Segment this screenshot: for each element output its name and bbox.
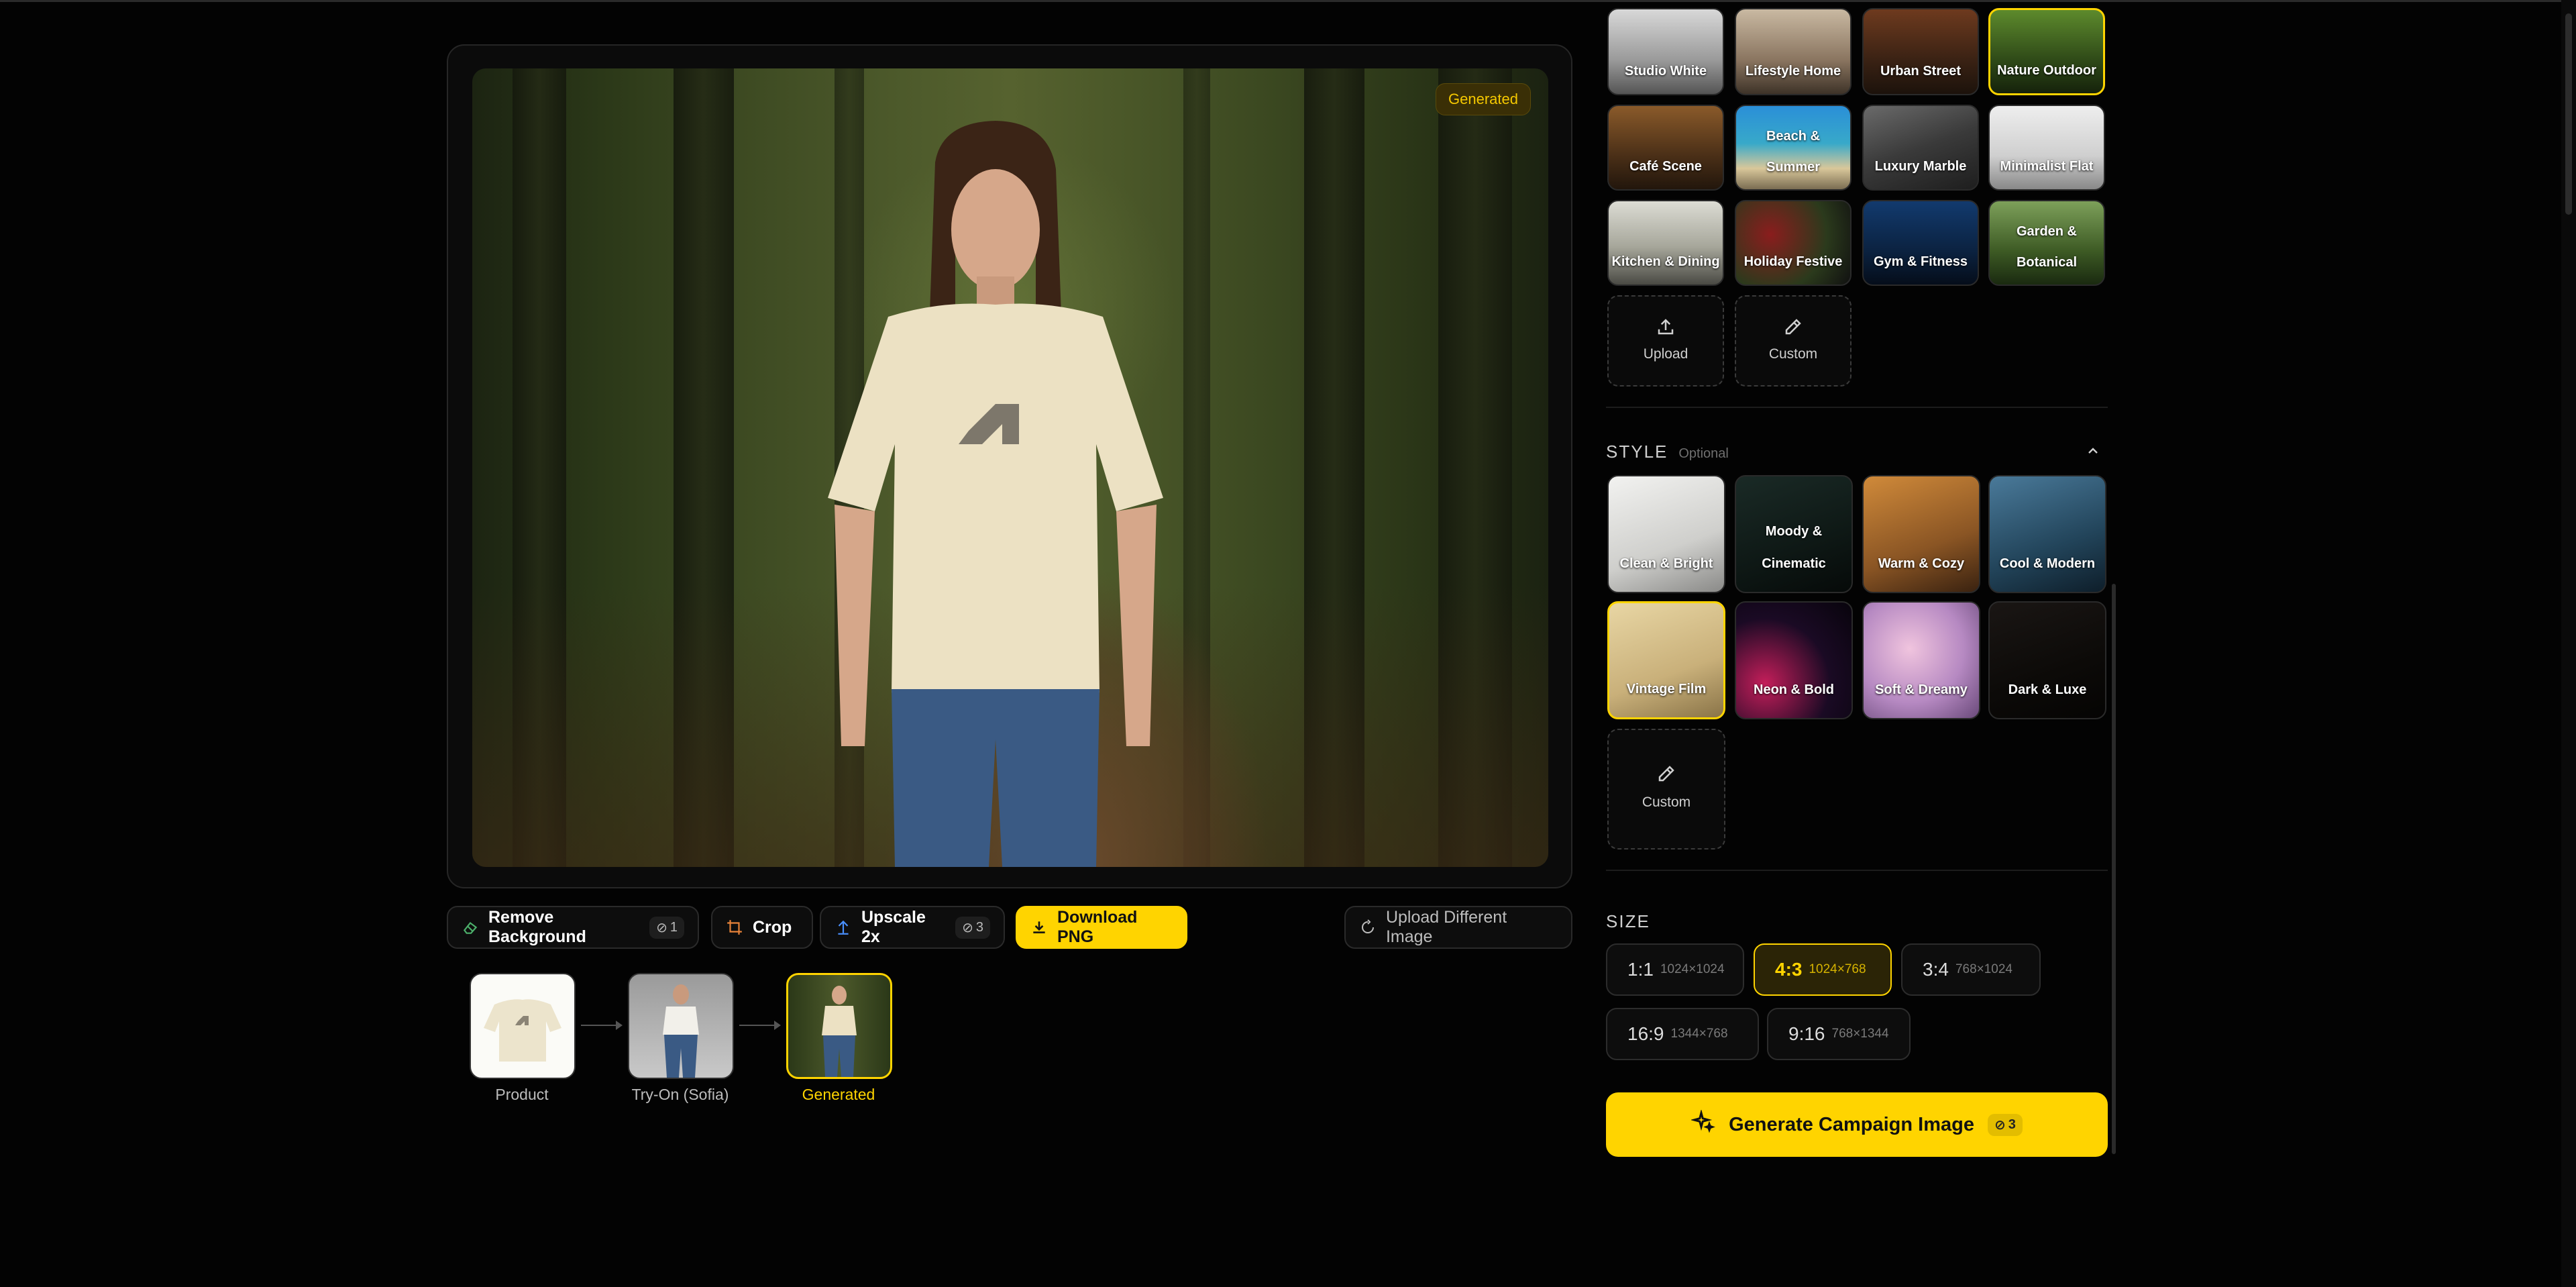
style-cool-modern[interactable]: Cool & Modern (1988, 475, 2106, 593)
pipeline-tryon-thumb[interactable] (628, 973, 734, 1079)
size-option-9-16[interactable]: 9:16 768×1344 (1767, 1008, 1911, 1060)
pipeline-product-thumb[interactable] (470, 973, 576, 1079)
download-icon (1030, 919, 1048, 936)
pencil-icon (1609, 764, 1724, 784)
pipeline-arrow (739, 1021, 781, 1030)
scene-lifestyle-home[interactable]: Lifestyle Home (1735, 8, 1851, 95)
chevron-up-icon[interactable] (2085, 443, 2101, 462)
scene-gym-fitness[interactable]: Gym & Fitness (1862, 200, 1979, 286)
scene-kitchen-dining[interactable]: Kitchen & Dining (1607, 200, 1724, 286)
pipeline-label: Product (495, 1086, 549, 1103)
scene-studio-white[interactable]: Studio White (1607, 8, 1724, 95)
scene-garden-botanical[interactable]: Garden & Botanical (1988, 200, 2105, 286)
download-png-button[interactable]: Download PNG (1016, 906, 1187, 949)
generated-image: Generated (472, 68, 1548, 867)
size-section-title: SIZE (1606, 911, 1650, 931)
pencil-icon (1736, 317, 1850, 337)
divider (1606, 870, 2108, 871)
scene-minimalist-flat[interactable]: Minimalist Flat (1988, 105, 2105, 191)
style-clean-bright[interactable]: Clean & Bright (1607, 475, 1725, 593)
scene-holiday-festive[interactable]: Holiday Festive (1735, 200, 1851, 286)
scene-nature-outdoor[interactable]: Nature Outdoor (1988, 8, 2105, 95)
pipeline-generated-thumb[interactable] (786, 973, 892, 1079)
credit-icon: ⊘ (656, 920, 667, 935)
preview-card: Generated (447, 44, 1572, 888)
style-section-title: STYLE Optional (1606, 442, 1729, 462)
pipeline-label-active: Generated (802, 1086, 875, 1103)
credit-cost-badge: ⊘ 3 (955, 916, 990, 939)
refresh-icon (1359, 919, 1377, 936)
upload-icon (1609, 317, 1723, 337)
scrollbar-track[interactable] (2561, 0, 2576, 1287)
style-moody-cinematic[interactable]: Moody & Cinematic (1735, 475, 1853, 593)
pipeline-arrow (581, 1021, 623, 1030)
crop-button[interactable]: Crop (711, 906, 813, 949)
style-dark-luxe[interactable]: Dark & Luxe (1988, 601, 2106, 719)
size-option-1-1[interactable]: 1:1 1024×1024 (1606, 943, 1744, 996)
sparkle-icon (1690, 1109, 1716, 1139)
style-vintage-film[interactable]: Vintage Film (1607, 601, 1725, 719)
crop-icon (726, 919, 743, 936)
style-soft-dreamy[interactable]: Soft & Dreamy (1862, 601, 1980, 719)
upload-arrow-icon (835, 919, 852, 936)
remove-background-button[interactable]: Remove Background ⊘ 1 (447, 906, 699, 949)
scene-luxury-marble[interactable]: Luxury Marble (1862, 105, 1979, 191)
credit-cost-badge: ⊘ 3 (1987, 1113, 2023, 1136)
credit-icon: ⊘ (1994, 1117, 2006, 1133)
top-border (0, 0, 2576, 2)
scene-custom-button[interactable]: Custom (1735, 295, 1851, 387)
credit-icon: ⊘ (962, 920, 973, 935)
scrollbar-thumb[interactable] (2565, 13, 2572, 215)
style-neon-bold[interactable]: Neon & Bold (1735, 601, 1853, 719)
pipeline-label: Try-On (Sofia) (631, 1086, 729, 1103)
size-option-16-9[interactable]: 16:9 1344×768 (1606, 1008, 1759, 1060)
scene-cafe[interactable]: Café Scene (1607, 105, 1724, 191)
generated-badge: Generated (1436, 83, 1531, 115)
size-option-3-4[interactable]: 3:4 768×1024 (1901, 943, 2041, 996)
upload-different-image-button[interactable]: Upload Different Image (1344, 906, 1572, 949)
panel-scrollbar[interactable] (2112, 584, 2116, 1154)
size-option-4-3[interactable]: 4:3 1024×768 (1754, 943, 1892, 996)
scene-upload-button[interactable]: Upload (1607, 295, 1724, 387)
generate-campaign-image-button[interactable]: Generate Campaign Image ⊘ 3 (1606, 1092, 2108, 1157)
credit-cost-badge: ⊘ 1 (649, 916, 684, 939)
scene-beach-summer[interactable]: Beach & Summer (1735, 105, 1851, 191)
style-custom-button[interactable]: Custom (1607, 729, 1725, 850)
style-warm-cozy[interactable]: Warm & Cozy (1862, 475, 1980, 593)
scene-urban-street[interactable]: Urban Street (1862, 8, 1979, 95)
divider (1606, 407, 2108, 408)
eraser-icon (462, 919, 479, 936)
upscale-button[interactable]: Upscale 2x ⊘ 3 (820, 906, 1005, 949)
